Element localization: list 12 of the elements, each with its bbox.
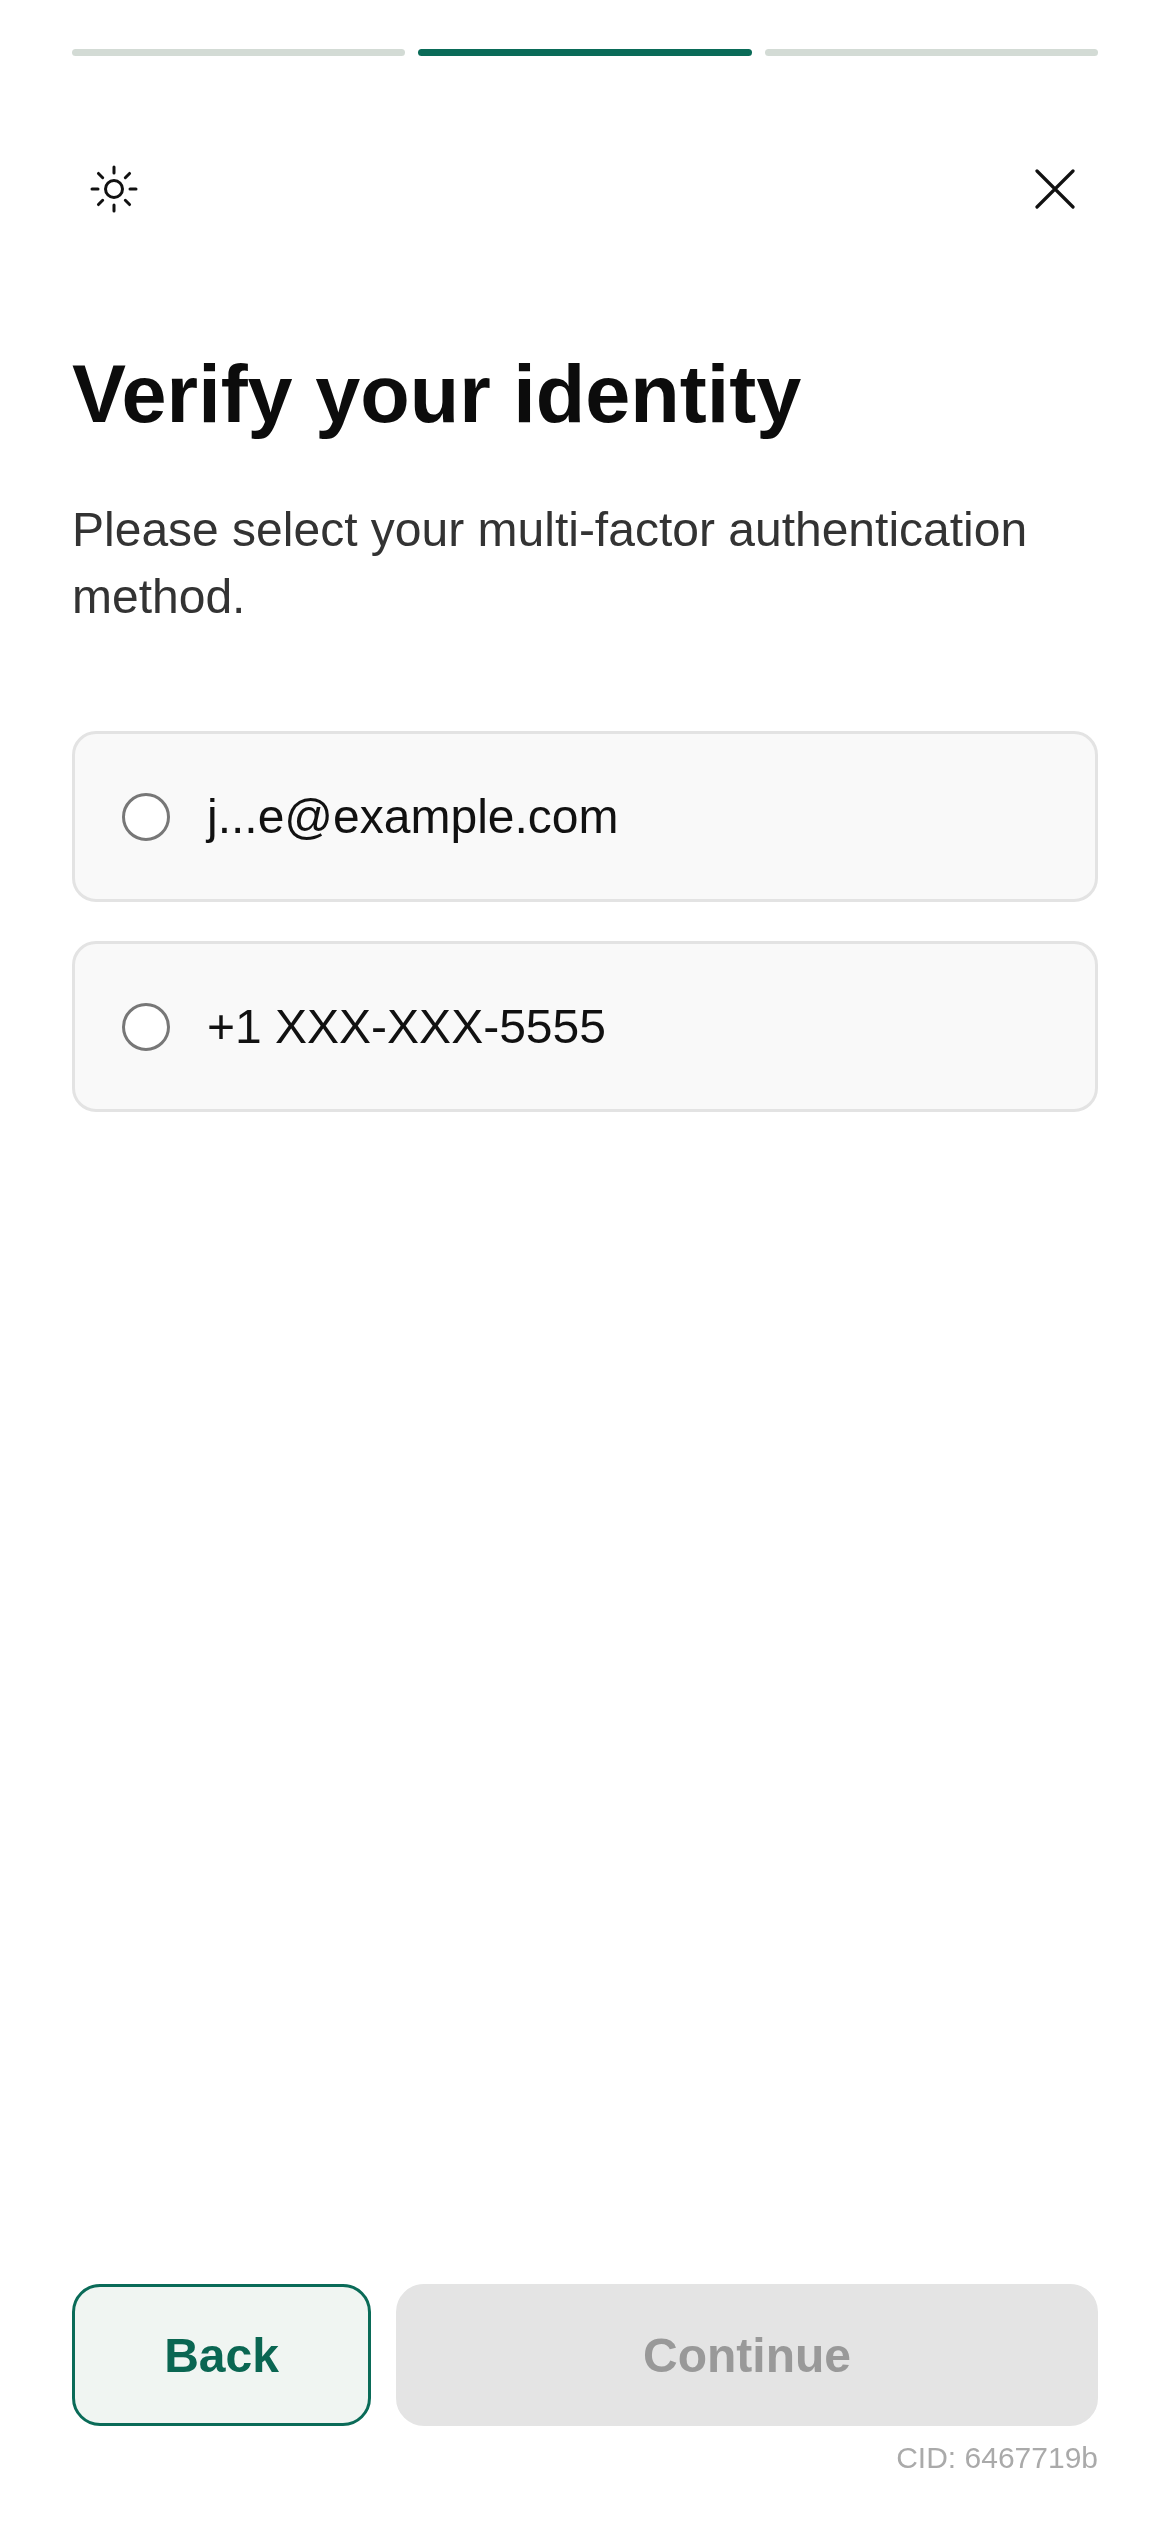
option-label: j...e@example.com (207, 789, 619, 844)
option-label: +1 XXX-XXX-5555 (207, 999, 606, 1054)
method-option[interactable]: +1 XXX-XXX-5555 (72, 941, 1098, 1112)
close-icon[interactable] (1035, 169, 1075, 209)
back-button[interactable]: Back (72, 2284, 371, 2426)
instruction-text: Please select your multi-factor authentication method. (72, 502, 1029, 625)
cid-text: CID: 6467719b (896, 2440, 1098, 2476)
radio-button[interactable] (122, 792, 170, 841)
radio-button[interactable] (122, 1002, 170, 1051)
page-title: Verify your identity (72, 348, 803, 441)
sun-icon[interactable] (90, 165, 138, 213)
method-option[interactable]: j...e@example.com (72, 731, 1098, 902)
